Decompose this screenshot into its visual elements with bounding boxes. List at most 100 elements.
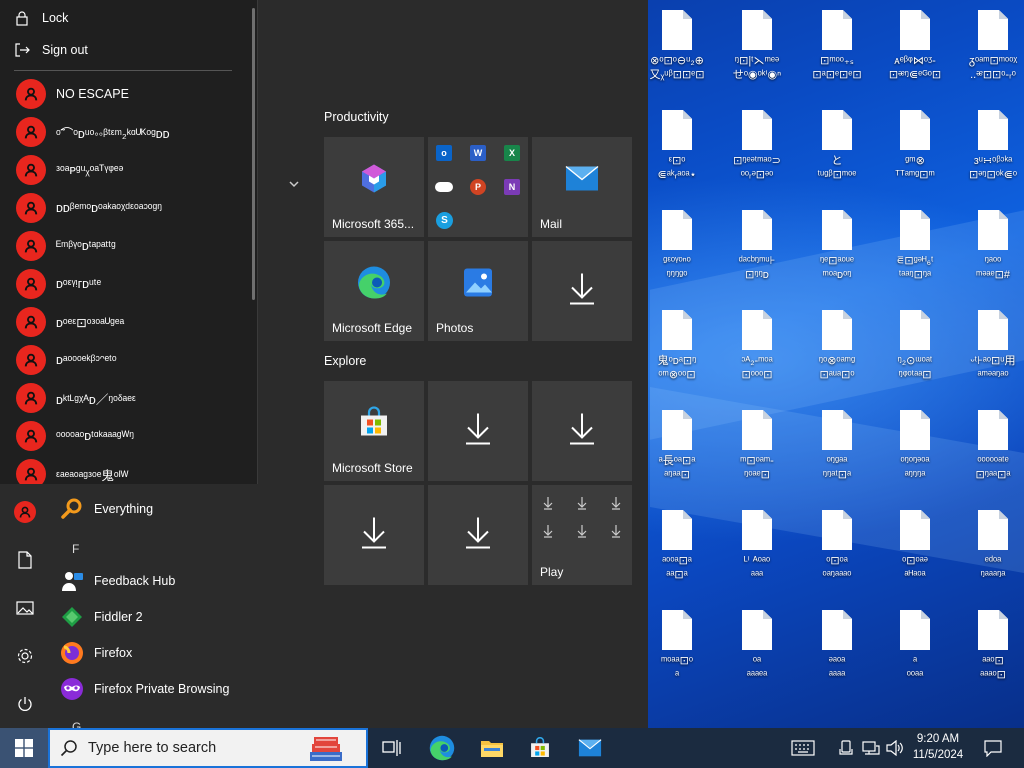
desktop-file-icon[interactable]: ᵋ⊡ᵒ ⋐ᵃᵏᵣᵃᵒᵃ⋆: [638, 100, 716, 196]
pictures-button[interactable]: [0, 586, 50, 630]
app-label: Firefox: [94, 646, 133, 660]
tile-microsoft-edge[interactable]: Microsoft Edge: [324, 241, 424, 341]
desktop-file-icon[interactable]: ᵃ長ᵒᵃ⊡ᵃ ᵃᵑᵃᵃ⊡: [638, 400, 716, 496]
tile-download-placeholder[interactable]: [428, 485, 528, 585]
tile-microsoft-store[interactable]: Microsoft Store: [324, 381, 424, 481]
tile-download-placeholder[interactable]: [428, 381, 528, 481]
desktop-file-icon[interactable]: ᵊᵃᵒᵃ ᵃᵃᵃᵃ: [798, 600, 876, 696]
tile-download-placeholder[interactable]: [532, 381, 632, 481]
taskbar-search-box[interactable]: Type here to search: [48, 728, 368, 768]
tile-play-folder[interactable]: Play: [532, 485, 632, 585]
desktop-file-icon[interactable]: ᵃᵒᵒᵃ⊡ᵃ ᵃᵃ⊡ᵃ: [638, 500, 716, 596]
user-account-item[interactable]: ᴱᵐᵝᵞᵒᴅᵗᵃᵖᵃᵗᵗᵍ: [0, 227, 250, 265]
desktop-file-icon[interactable]: ᵈᵃᶜᵇᵑᵐᵘ⊦ ⊡ᵑᵑᴅ: [718, 200, 796, 296]
desktop-file-icon[interactable]: ᴸⁱ ᴬᵒᵃᵒ ᵃᵃᵃ: [718, 500, 796, 596]
desktop-file-icon[interactable]: ᵐᵒᵃᵃ⊡ᵒ ᵃ: [638, 600, 716, 696]
file-icon: [742, 10, 772, 50]
file-label: ᵍᵋᵒᵞᵒⁿᵒ ᵑᵑᵑᵍᵒ: [663, 255, 691, 281]
desktop-file-icon[interactable]: ᵃᵃᵒ⊡ ᵃᵃᵃᵒ⊡: [954, 600, 1024, 696]
account-button[interactable]: [0, 490, 50, 534]
tile-download-placeholder[interactable]: [532, 241, 632, 341]
user-account-item[interactable]: ᴅᴅᵝᵉᵐᵒᴅᵒᵃᵏᵃᵒᵡᵈᵋᵒᵃᵓᵒᵍᵑ: [0, 189, 250, 227]
scrollbar[interactable]: [252, 8, 255, 300]
mail-icon: [578, 739, 602, 757]
desktop-file-icon[interactable]: ⊡ᵑᵉᵊᵗᵐᵃᵒ⊃ ᵒᵒᵣᵊ⊡ᵊᵒ: [718, 100, 796, 196]
desktop-file-icon[interactable]: ⋷⊡ᵍᵊᴴ₆ᵗ ᵗᵃᵃᵑ⊡ᵑᵃ: [876, 200, 954, 296]
app-item-firefox[interactable]: Firefox: [60, 636, 256, 670]
user-account-item[interactable]: NO ESCAPE: [0, 75, 250, 113]
desktop-file-icon[interactable]: ᵒᵒᵒᵒᵒᵃᵗᵉ ⊡ᵑᵃᵃ⊡ᵃ: [954, 400, 1024, 496]
tile-download-placeholder[interactable]: [324, 485, 424, 585]
power-button[interactable]: [0, 682, 50, 726]
tray-network-button[interactable]: [860, 728, 882, 768]
letter-header-f[interactable]: F: [72, 542, 79, 556]
desktop-file-icon[interactable]: ⊡ᵐᵒᵒ₊ₛ ⊡ᵃ⊡ᵉ⊡ᵉ⊡: [798, 0, 876, 96]
taskbar-clock[interactable]: 9:20 AM 11/5/2024: [906, 731, 970, 763]
desktop-file-icon[interactable]: ᴀᵉᵝᵠ⋈ᵒᶾ- ⊡ᵆᵑ⋐ᵉᴳᵒ⊡: [876, 0, 954, 96]
tile-photos[interactable]: Photos: [428, 241, 528, 341]
desktop-file-icon[interactable]: ᵹᵒᵃᵐ⊡ᵐᵒᵒᵡ ..ᵆ⊡⊡ᵒ-ᵣᵒ: [954, 0, 1024, 96]
chevron-down-icon[interactable]: [286, 176, 302, 192]
file-icon: [978, 410, 1008, 450]
desktop-file-icon[interactable]: ᵑᵒ⊗ᵒᵃᵐᵍ ⊡ᵃᵘᵃ⊡ᵒ: [798, 300, 876, 396]
group-title-productivity[interactable]: Productivity: [324, 110, 389, 124]
desktop-file-icon[interactable]: ᵃ ᵒᵒᵃᵃ: [876, 600, 954, 696]
desktop-file-icon[interactable]: ᴈᵘ∺ᵒᵝᵓᵏᵃ ⊡ᵊᵑ⊡ᵒᵏ⋐ᵒ: [954, 100, 1024, 196]
sign-out-item[interactable]: Sign out: [0, 34, 250, 66]
desktop-file-icon[interactable]: ᵍᵐ⊗ ᵀᵀᵃᵐᵍ⊡ᵐ: [876, 100, 954, 196]
taskbar-store-button[interactable]: [516, 728, 564, 768]
taskbar-file-explorer-button[interactable]: [468, 728, 516, 768]
user-avatar-icon: [16, 269, 46, 299]
taskbar-mail-button[interactable]: [566, 728, 614, 768]
start-button[interactable]: [0, 728, 48, 768]
user-account-item[interactable]: ᵒ̃⌒ᵒᴅᵘᵒ◦◦ᵝᵗᵋᵐ₂ᵏᵅᵁᴷᵒᵍᴅᴅ: [0, 113, 250, 151]
tray-device-button[interactable]: [836, 728, 856, 768]
file-label: ᴸⁱ ᴬᵒᵃᵒ ᵃᵃᵃ: [743, 555, 771, 581]
user-account-item[interactable]: ᴅᵒᵉᵋ⊡ᵒᵌᵒᵃᵁᵍᵉᵃ: [0, 303, 250, 341]
desktop-file-icon[interactable]: ᵑᵃᵒᵒ ᵐᵊᵃᵉ⊡#: [954, 200, 1024, 296]
desktop-file-icon[interactable]: と ᵗᵘᵍᵝ⊡ᵐᵒᵉ: [798, 100, 876, 196]
settings-button[interactable]: [0, 634, 50, 678]
desktop-file-icon[interactable]: ᵑ₂⊙ᵚᵒᵃᵗ ᵑᵠᵒᵗᵃᵃ⊡: [876, 300, 954, 396]
user-account-item[interactable]: ᵌᵒᵃᴘᵍᵘᵪᵒᵃᵀᵞᵠᵉᵊ: [0, 151, 250, 189]
group-title-explore[interactable]: Explore: [324, 354, 366, 368]
user-account-item[interactable]: ᴅᵃᵒᵒᵒᵉᵏᵝᵓᵔᵉᵗᵒ: [0, 341, 250, 379]
desktop-file-icon[interactable]: ᵑᵉ⊡ᵃᵒᵘᵉ ᵐᵒᵃᴅᵒᵑ: [798, 200, 876, 296]
touch-keyboard-button[interactable]: [786, 728, 820, 768]
taskbar-edge-button[interactable]: [418, 728, 466, 768]
task-view-button[interactable]: [368, 728, 416, 768]
desktop-file-icon[interactable]: ⊗ᵒ⊡ᵒ⊖ᵘ₂⊕ 又ᵪᵘᵝ⊡⊡ᵉ⊡: [638, 0, 716, 96]
letter-header-g[interactable]: G: [72, 720, 81, 728]
desktop-file-icon[interactable]: ᵕᵗ⊦ᵃᵒ⊡ᵘ用 ᵃᵐᵊᵃᵑᵃᵒ: [954, 300, 1024, 396]
tile-office-apps-folder[interactable]: o W X P N S: [428, 137, 528, 237]
desktop-file-icon[interactable]: ᵐ⊡ᵒᵃᵐ- ᵑᵒᵃᵉ⊡: [718, 400, 796, 496]
app-item-everything[interactable]: Everything: [60, 492, 256, 526]
desktop-file-icon[interactable]: ᵒ⊡ᵒᵃ ᵒᵃᵑᵃᵃᵃᵒ: [798, 500, 876, 596]
desktop-file-icon[interactable]: ᵑ⊡|ᵗ⋋ᵐᵉᵊ せᵒ◉ᵒᵏⁱ◉ⁿ: [718, 0, 796, 96]
gear-icon: [17, 648, 33, 664]
tile-microsoft-365[interactable]: Microsoft 365...: [324, 137, 424, 237]
start-left-rail: [0, 484, 50, 728]
file-icon: [900, 410, 930, 450]
lock-item[interactable]: Lock: [0, 2, 250, 34]
desktop-file-icon[interactable]: ᵒ⊡ᵒᵃᵊ ᵃᴴᵃᵒᵃ: [876, 500, 954, 596]
desktop-file-icon[interactable]: ᵉᵈᵒᵃ ᵑᵃᵃᵃᵑᵃ: [954, 500, 1024, 596]
desktop-file-icon[interactable]: ᵓᴬ₂-ᵐᵒᵃ ⊡ᵒᵒᵒ⊡: [718, 300, 796, 396]
user-account-item[interactable]: ᴅᵒᵋᵞᵎᴦᴅᵘᵗᵉ: [0, 265, 250, 303]
action-center-button[interactable]: [976, 728, 1010, 768]
desktop-file-icon[interactable]: 鬼ᵒᴅᵃ⊡ᵑ ᵒᵐ⊗ᵒᵒ⊡: [638, 300, 716, 396]
app-item-firefox-private[interactable]: Firefox Private Browsing: [60, 672, 256, 706]
user-account-item[interactable]: ᵒᵒᵒᵒᵃᵒᴅᵗᵅᵏᵃᵃᵃᵍᵂᵑ: [0, 417, 250, 455]
user-account-item[interactable]: ᵋᵃᵉᵃᵒᵃᵍᵌᵒᵉ鬼ᵒᴵᵂ: [0, 455, 250, 484]
desktop-file-icon[interactable]: ᵒᵃ ᵃᵃᵃᵉᵃ: [718, 600, 796, 696]
tray-volume-button[interactable]: [884, 728, 906, 768]
desktop-file-icon[interactable]: ᵒᵑᵒᵑᵊᵒᵃ ᵃᵑᵑᵑᵃ: [876, 400, 954, 496]
desktop-file-icon[interactable]: ᵒᵑᵍᵃᵃ ᵑᵑᵃᵗ⊡ᵃ: [798, 400, 876, 496]
app-item-fiddler[interactable]: Fiddler 2: [60, 600, 256, 634]
app-item-feedback-hub[interactable]: Feedback Hub: [60, 564, 256, 598]
user-account-item[interactable]: ᴅᵏᵗᴸᵍᵡᴬᴅ／ᵑᵒᵟᵃᵉᵋ: [0, 379, 250, 417]
desktop-file-icon[interactable]: ᵍᵋᵒᵞᵒⁿᵒ ᵑᵑᵑᵍᵒ: [638, 200, 716, 296]
documents-button[interactable]: [0, 538, 50, 582]
file-icon: [742, 310, 772, 350]
tile-mail[interactable]: Mail: [532, 137, 632, 237]
